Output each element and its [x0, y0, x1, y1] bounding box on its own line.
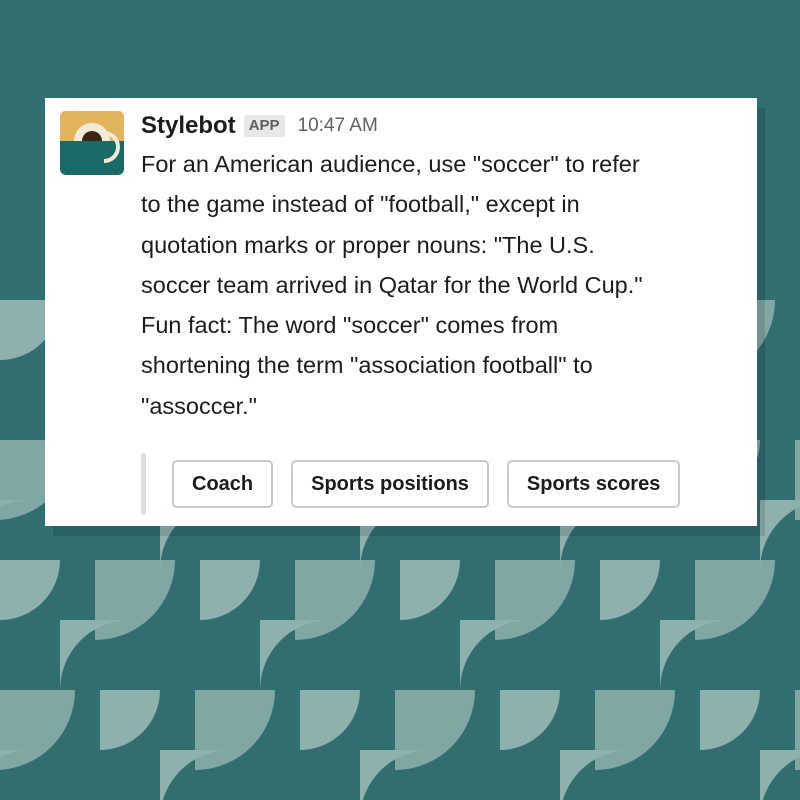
stylebot-avatar[interactable] — [60, 111, 124, 175]
message-line: shortening the term "association footbal… — [141, 352, 593, 379]
message-line: soccer team arrived in Qatar for the Wor… — [141, 271, 643, 298]
sports-positions-button[interactable]: Sports positions — [291, 460, 489, 508]
attachment-bar — [141, 453, 146, 515]
message-line: For an American audience, use "soccer" t… — [141, 151, 640, 177]
action-buttons: Coach Sports positions Sports scores — [141, 453, 698, 515]
coach-button[interactable]: Coach — [172, 460, 274, 508]
message-text: For an American audience, use "soccer" t… — [141, 144, 746, 426]
message-timestamp[interactable]: 10:47 AM — [298, 115, 378, 137]
message-line: "assoccer." — [141, 392, 257, 419]
message-line: Fun fact: The word "soccer" comes from — [141, 312, 559, 339]
stylebot-logo-icon — [60, 111, 124, 175]
sports-scores-button[interactable]: Sports scores — [506, 460, 681, 508]
message-line: to the game instead of "football," excep… — [141, 191, 580, 218]
message-card: Stylebot APP 10:47 AM For an American au… — [45, 98, 757, 526]
app-badge: APP — [243, 115, 285, 137]
bot-name[interactable]: Stylebot — [141, 112, 236, 140]
message-line: quotation marks or proper nouns: "The U.… — [141, 231, 595, 258]
message-header: Stylebot APP 10:47 AM — [141, 110, 378, 142]
